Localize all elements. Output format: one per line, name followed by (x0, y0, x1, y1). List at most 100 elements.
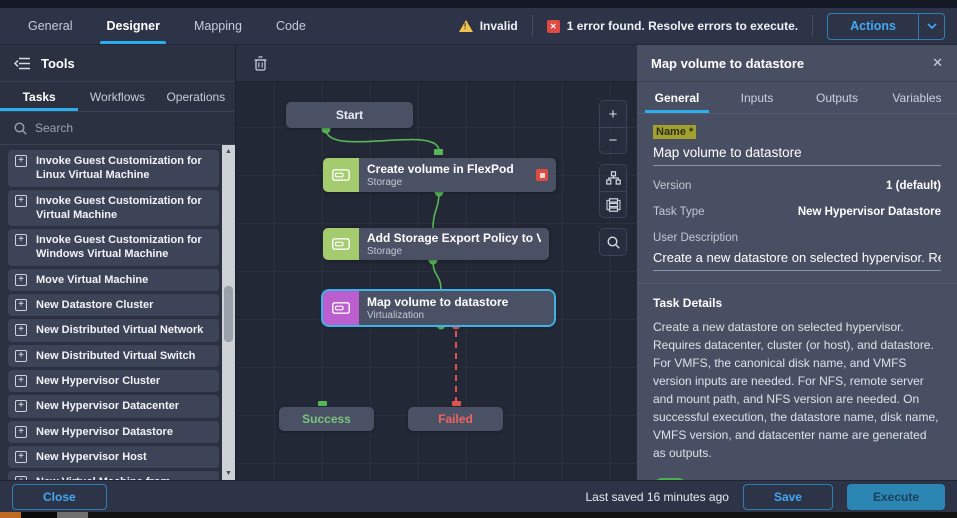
node-title: Create volume in FlexPod (367, 162, 514, 176)
hierarchy-layout-icon (605, 171, 621, 185)
divider (531, 15, 533, 37)
add-task-icon: + (15, 299, 27, 312)
tab-panel-outputs[interactable]: Outputs (797, 82, 877, 113)
task-list-item[interactable]: + New Hypervisor Datastore (8, 420, 219, 443)
workflow-canvas[interactable]: Start Create volume in FlexPod Storage A… (236, 45, 637, 480)
tab-operations[interactable]: Operations (157, 82, 235, 111)
storage-icon (332, 169, 350, 181)
collapse-panel-icon[interactable] (14, 57, 31, 70)
invalid-label: Invalid (479, 19, 518, 33)
tab-workflows[interactable]: Workflows (78, 82, 156, 111)
error-icon: ✕ (546, 19, 560, 33)
scrollbar-thumb[interactable] (224, 285, 233, 342)
task-type-value: New Hypervisor Datastore (797, 206, 941, 218)
storage-icon (332, 238, 350, 250)
tab-panel-variables[interactable]: Variables (877, 82, 957, 113)
zoom-in-button[interactable]: + (600, 101, 626, 127)
canvas-zoom-controls: + − (599, 100, 627, 256)
task-search (0, 112, 235, 145)
task-item-label: New Hypervisor Host (36, 450, 147, 463)
error-message: 1 error found. Resolve errors to execute… (566, 19, 799, 33)
panel-tabs: General Inputs Outputs Variables (637, 82, 957, 114)
task-node-map-volume[interactable]: Map volume to datastore Virtualization (321, 289, 556, 327)
top-nav-status: Invalid ✕ 1 error found. Resolve errors … (458, 8, 957, 44)
task-details-text: Create a new datastore on selected hyper… (653, 320, 939, 460)
task-item-label: Invoke Guest Customization for Linux Vir… (36, 155, 202, 182)
frame-segment (21, 512, 57, 518)
task-list-scrollbar[interactable]: ▲ ▼ (222, 145, 235, 480)
task-list-item[interactable]: + New Distributed Virtual Switch (8, 344, 219, 367)
task-item-label: New Hypervisor Datastore (36, 425, 173, 438)
search-input[interactable] (35, 121, 195, 135)
trash-icon (254, 55, 266, 71)
task-item-label: New Distributed Virtual Switch (36, 349, 196, 362)
task-list-item[interactable]: + New Virtual Machine from Template or Cl… (8, 471, 219, 480)
tab-tasks[interactable]: Tasks (0, 82, 79, 111)
scroll-up-icon[interactable]: ▲ (222, 145, 235, 158)
tab-code[interactable]: Code (276, 8, 306, 44)
error-status: ✕ 1 error found. Resolve errors to execu… (546, 19, 799, 33)
version-value: 1 (default) (886, 180, 941, 192)
save-button[interactable]: Save (742, 483, 833, 510)
delete-node-button[interactable] (250, 53, 270, 73)
failed-node[interactable]: Failed (408, 407, 503, 431)
tab-mapping[interactable]: Mapping (194, 8, 242, 44)
node-error-icon[interactable] (536, 169, 548, 181)
enable-rollback-toggle[interactable] (653, 478, 687, 480)
node-subtitle: Storage (367, 246, 403, 257)
task-list-item[interactable]: + Invoke Guest Customization for Linux Vi… (8, 150, 219, 187)
user-description-field[interactable]: Create a new datastore on selected hyper… (653, 250, 941, 271)
footer-right: Last saved 16 minutes ago Save Execute (586, 483, 945, 510)
top-nav-tabs: General Designer Mapping Code (0, 8, 306, 44)
window-top-frame (0, 0, 957, 8)
scroll-down-icon[interactable]: ▼ (222, 467, 235, 480)
actions-button[interactable]: Actions (828, 14, 918, 39)
magnifier-icon (606, 235, 620, 249)
tools-title: Tools (41, 55, 75, 71)
tab-panel-inputs[interactable]: Inputs (717, 82, 797, 113)
task-item-label: New Datastore Cluster (36, 299, 154, 312)
node-title: Add Storage Export Policy to V... (367, 231, 541, 245)
success-node[interactable]: Success (279, 407, 374, 431)
node-texts: Add Storage Export Policy to V... Storag… (359, 228, 549, 260)
close-icon[interactable]: ✕ (932, 55, 943, 71)
task-list-item[interactable]: + Invoke Guest Customization for Virtual … (8, 189, 219, 227)
actions-dropdown-button[interactable] (918, 13, 944, 39)
task-list-item[interactable]: + Move Virtual Machine (8, 268, 219, 292)
virtualization-icon (332, 302, 350, 314)
task-type-row: Task Type New Hypervisor Datastore (653, 206, 941, 218)
divider (812, 15, 814, 37)
task-list: + Invoke Guest Customization for Linux Vi… (0, 145, 235, 480)
task-list-item[interactable]: + New Hypervisor Host (8, 445, 219, 469)
tab-panel-general[interactable]: General (637, 82, 717, 113)
add-task-icon: + (15, 273, 27, 286)
virtualization-category-block (323, 291, 359, 325)
task-list-item[interactable]: + New Hypervisor Datacenter (8, 395, 219, 418)
task-list-item[interactable]: + Invoke Guest Customization for Windows … (8, 229, 219, 266)
add-task-icon: + (15, 349, 27, 362)
top-nav: General Designer Mapping Code Invalid ✕ … (0, 8, 957, 45)
close-button[interactable]: Close (12, 483, 107, 510)
start-node[interactable]: Start (286, 102, 413, 128)
task-item-label: New Virtual Machine from Template or Clo… (36, 476, 196, 480)
tools-sidebar: Tools Tasks Workflows Operations + Invoke… (0, 45, 236, 480)
version-label: Version (653, 180, 692, 192)
task-node-add-export-policy[interactable]: Add Storage Export Policy to V... Storag… (323, 228, 549, 260)
horizontal-arrange-button[interactable] (600, 191, 626, 217)
invalid-status: Invalid (458, 19, 518, 33)
task-list-item[interactable]: + New Distributed Virtual Network (8, 319, 219, 342)
tab-general[interactable]: General (28, 8, 72, 44)
add-task-icon: + (15, 234, 27, 247)
task-list-item[interactable]: + New Hypervisor Cluster (8, 369, 219, 393)
task-item-label: New Hypervisor Cluster (36, 374, 161, 387)
name-field[interactable]: Map volume to datastore (653, 145, 941, 166)
tools-header: Tools (0, 45, 235, 82)
auto-arrange-button[interactable] (600, 165, 626, 191)
execute-button[interactable]: Execute (846, 483, 945, 510)
fit-view-button[interactable] (600, 229, 626, 255)
tab-designer[interactable]: Designer (100, 8, 166, 44)
zoom-out-button[interactable]: − (600, 127, 626, 153)
storage-category-block (323, 228, 359, 260)
task-node-create-volume[interactable]: Create volume in FlexPod Storage (323, 158, 556, 192)
task-list-item[interactable]: + New Datastore Cluster (8, 294, 219, 317)
